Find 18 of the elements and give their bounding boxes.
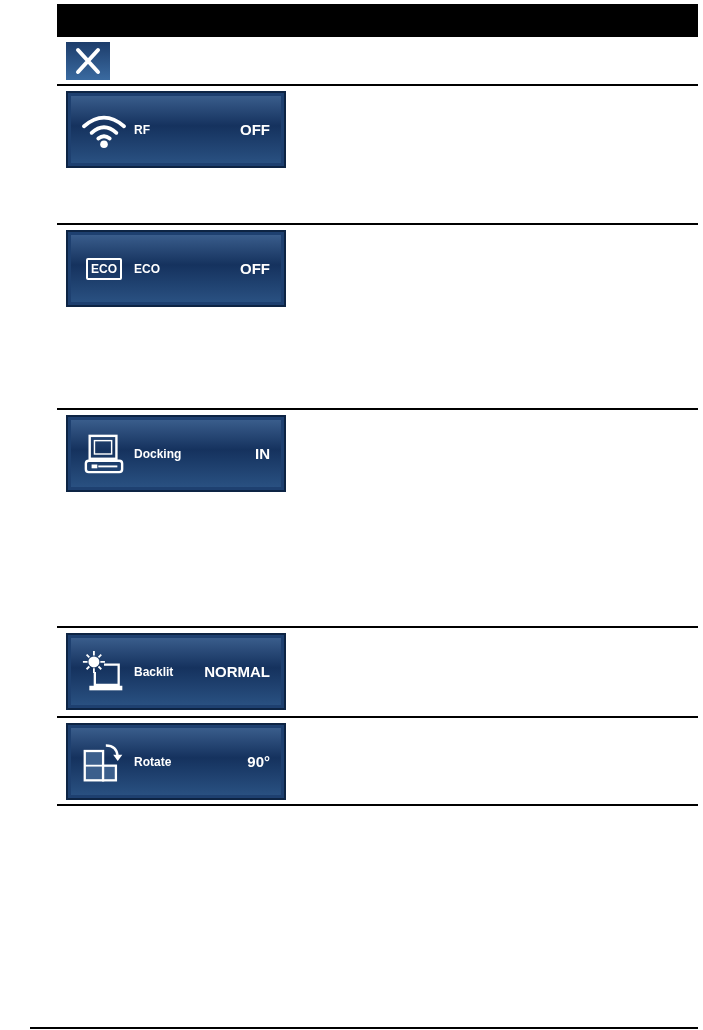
button-label: Backlit xyxy=(134,664,175,679)
toggle-button[interactable]: Docking IN xyxy=(66,415,286,492)
close-button[interactable] xyxy=(66,42,110,80)
status-value: IN xyxy=(255,445,270,462)
battery-icon: ECO xyxy=(86,257,122,280)
toggle-button[interactable]: Rotate 90° xyxy=(66,723,286,800)
button-label: Docking xyxy=(134,446,183,461)
toggle-button[interactable]: RF OFF xyxy=(66,91,286,168)
status-value: OFF xyxy=(240,121,270,138)
status-value: NORMAL xyxy=(204,663,270,680)
toggle-button[interactable]: Backlit NORMAL xyxy=(66,633,286,710)
status-value: OFF xyxy=(240,260,270,277)
toggle-button[interactable]: ECO ECO OFF xyxy=(66,230,286,307)
status-value: 90° xyxy=(247,753,270,770)
button-label: ECO xyxy=(134,261,161,276)
computer-icon xyxy=(83,432,125,475)
button-label: RF xyxy=(134,122,151,137)
button-label: Rotate xyxy=(134,754,173,769)
